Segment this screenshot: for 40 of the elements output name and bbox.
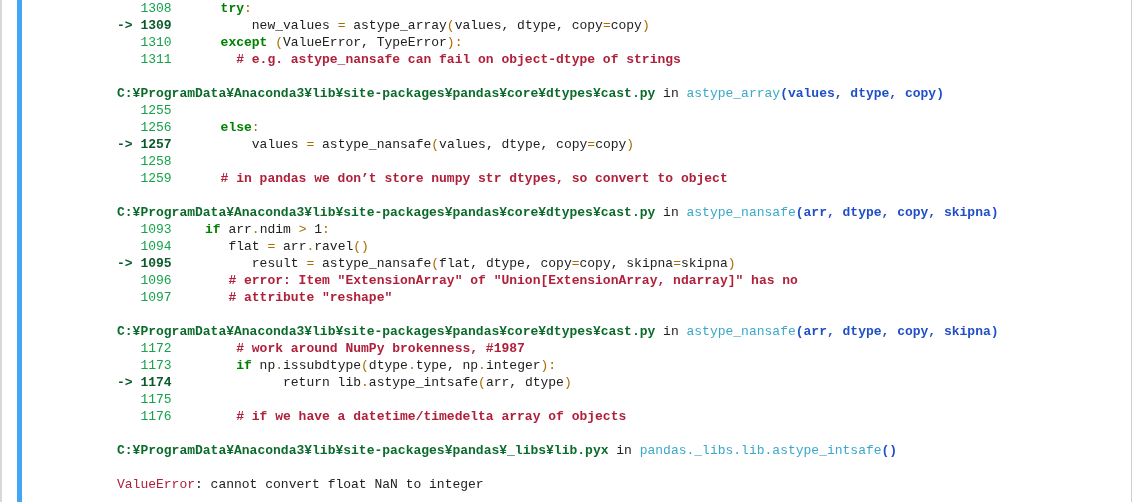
line-number: 1255 bbox=[139, 102, 173, 119]
code-line: # e.g. astype_nansafe can fail on object-dtype of strings bbox=[235, 51, 681, 68]
code-line: flat = arr.ravel() bbox=[227, 238, 369, 255]
code-line: return lib.astype_intsafe(arr, dtype) bbox=[282, 374, 572, 391]
line-number: 1176 bbox=[139, 408, 173, 425]
line-number: 1175 bbox=[139, 391, 173, 408]
line-number: 1308 bbox=[139, 0, 173, 17]
code-line: try: bbox=[219, 0, 252, 17]
code-line: values = astype_nansafe(values, dtype, copy=copy) bbox=[250, 136, 635, 153]
frame-header: C:¥ProgramData¥Anaconda3¥lib¥site-packages¥pandas¥core¥dtypes¥cast.py in astype_nansafe(arr, dtype, copy, skipna) bbox=[117, 204, 1000, 221]
line-number: 1094 bbox=[139, 238, 173, 255]
line-number: -> 1095 bbox=[117, 255, 173, 272]
line-number: -> 1257 bbox=[117, 136, 173, 153]
line-number: 1172 bbox=[139, 340, 173, 357]
line-number: 1258 bbox=[139, 153, 173, 170]
code-line: else: bbox=[219, 119, 260, 136]
line-number: 1256 bbox=[139, 119, 173, 136]
line-number: -> 1174 bbox=[117, 374, 173, 391]
error-message: ValueError: cannot convert float NaN to integer bbox=[117, 476, 485, 493]
line-number: 1096 bbox=[139, 272, 173, 289]
line-number: 1173 bbox=[139, 357, 173, 374]
code-line: if arr.ndim > 1: bbox=[205, 221, 330, 238]
code-line: # if we have a datetime/timedelta array of objects bbox=[235, 408, 627, 425]
code-line: # error: Item "ExtensionArray" of "Union[ExtensionArray, ndarray]" has no bbox=[227, 272, 798, 289]
line-number: 1097 bbox=[139, 289, 173, 306]
code-line: # work around NumPy brokenness, #1987 bbox=[235, 340, 525, 357]
code-line: except (ValueError, TypeError): bbox=[219, 34, 463, 51]
code-line: # attribute "reshape" bbox=[227, 289, 393, 306]
line-number: 1093 bbox=[139, 221, 173, 238]
frame-header: C:¥ProgramData¥Anaconda3¥lib¥site-packages¥pandas¥core¥dtypes¥cast.py in astype_nansafe(arr, dtype, copy, skipna) bbox=[117, 323, 1000, 340]
code-line: new_values = astype_array(values, dtype, copy=copy) bbox=[250, 17, 650, 34]
frame-header: C:¥ProgramData¥Anaconda3¥lib¥site-packages¥pandas¥_libs¥lib.pyx in pandas._libs.lib.astype_intsafe() bbox=[117, 442, 899, 459]
line-number: 1259 bbox=[139, 170, 173, 187]
line-number: -> 1309 bbox=[117, 17, 173, 34]
code-line: result = astype_nansafe(flat, dtype, copy=copy, skipna=skipna) bbox=[250, 255, 736, 272]
line-number: 1311 bbox=[139, 51, 173, 68]
frame-header: C:¥ProgramData¥Anaconda3¥lib¥site-packages¥pandas¥core¥dtypes¥cast.py in astype_array(values, dtype, copy) bbox=[117, 85, 945, 102]
code-line: # in pandas we don’t store numpy str dtypes, so convert to object bbox=[219, 170, 728, 187]
line-number: 1310 bbox=[139, 34, 173, 51]
code-line: if np.issubdtype(dtype.type, np.integer): bbox=[235, 357, 557, 374]
